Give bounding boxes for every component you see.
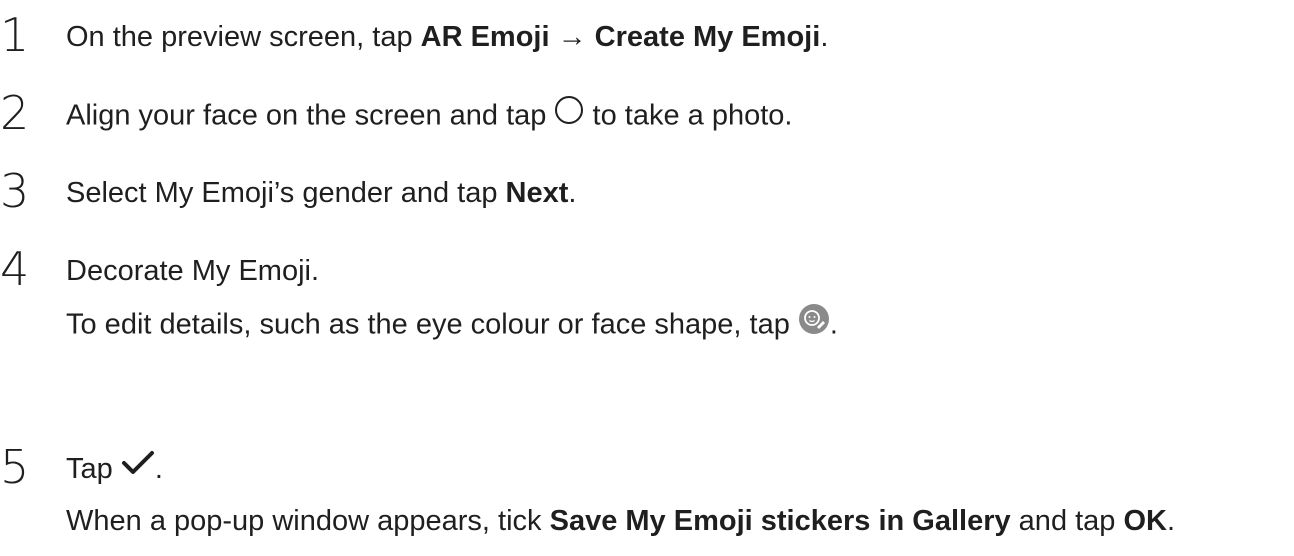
step-text-suffix: . — [820, 21, 829, 53]
arrow-separator: → — [549, 21, 595, 53]
step-text: Select My Emoji’s gender and tap Next. — [66, 176, 576, 210]
step-text: On the preview screen, tap AR Emoji → Cr… — [66, 20, 828, 54]
step-subtext: To edit details, such as the eye colour … — [66, 303, 838, 346]
shutter-circle-icon — [554, 95, 584, 133]
step-number: 4 — [0, 242, 30, 296]
step-text-suffix: . — [568, 177, 577, 209]
step-text: Align your face on the screen and tap to… — [66, 95, 793, 136]
subtext-suffix: . — [829, 308, 838, 341]
step-text-suffix: . — [154, 453, 163, 485]
step-text-prefix: On the preview screen, tap — [66, 21, 421, 53]
step-number: 2 — [0, 86, 30, 140]
subtext-prefix: To edit details, such as the eye colour … — [66, 308, 798, 341]
menu-create-my-emoji: Create My Emoji — [594, 21, 821, 53]
step-number: 3 — [0, 164, 30, 218]
step-subtext: When a pop-up window appears, tick Save … — [66, 504, 1175, 538]
step-number: 1 — [0, 8, 30, 62]
option-save-my-emoji-stickers: Save My Emoji stickers in Gallery — [549, 505, 1011, 537]
face-edit-icon — [798, 303, 830, 343]
checkmark-icon — [121, 449, 155, 485]
step-text: Tap . — [66, 449, 163, 488]
step-text-prefix: Align your face on the screen and tap — [66, 99, 555, 132]
step-text-prefix: Select My Emoji’s gender and tap — [66, 177, 506, 209]
subtext-suffix: . — [1167, 505, 1176, 537]
step-text-suffix: to take a photo. — [584, 99, 793, 132]
subtext-prefix: When a pop-up window appears, tick — [66, 505, 550, 537]
step-text-prefix: Tap — [66, 453, 121, 485]
step-text: Decorate My Emoji. — [66, 255, 320, 287]
step-number: 5 — [0, 440, 30, 494]
button-next: Next — [505, 177, 569, 209]
menu-ar-emoji: AR Emoji — [420, 21, 550, 53]
subtext-mid: and tap — [1010, 505, 1124, 537]
button-ok: OK — [1123, 505, 1168, 537]
